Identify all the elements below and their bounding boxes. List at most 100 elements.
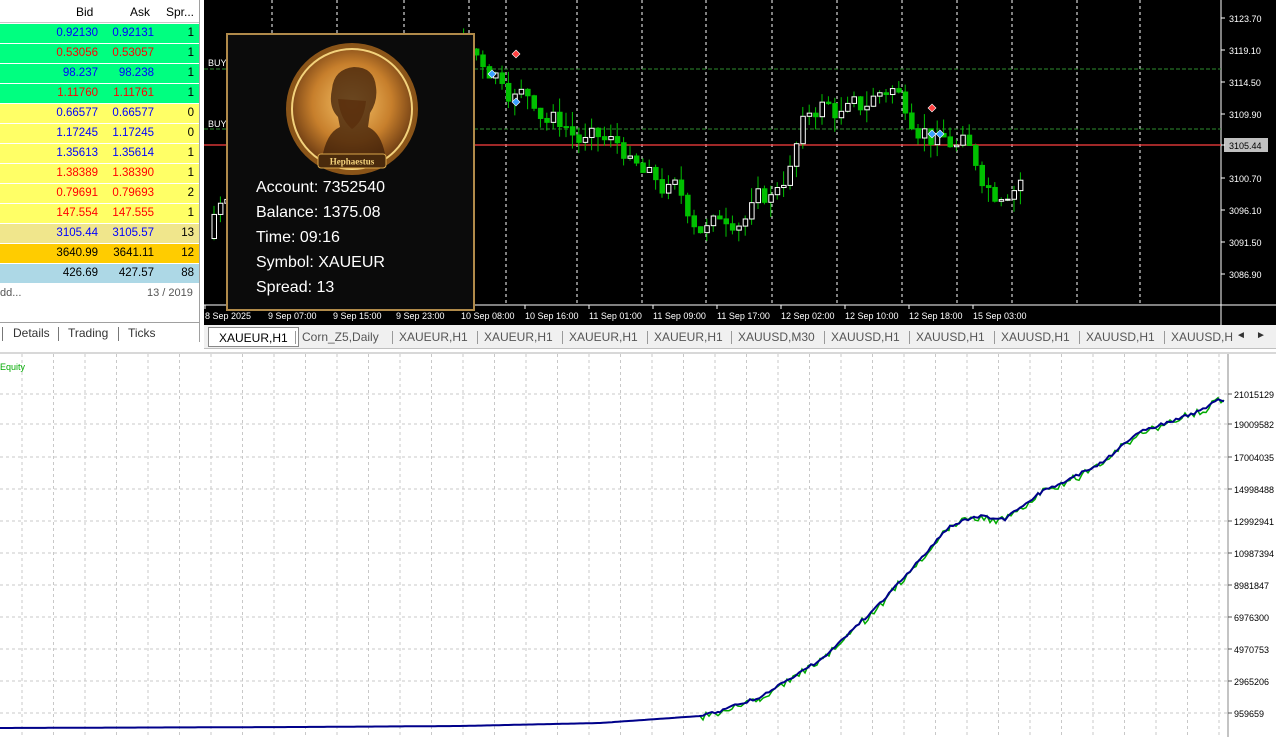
spread-value: 1 (187, 207, 194, 219)
price-label: 3109.90 (1229, 110, 1262, 120)
value-label: 19009582 (1234, 420, 1274, 430)
tab-separator (994, 331, 995, 344)
candle-body (589, 127, 595, 139)
candle-body (531, 95, 537, 109)
candle-body (217, 202, 224, 215)
symbol-row[interactable]: 426.69 427.57 88 (0, 264, 199, 284)
chart-tab[interactable]: XAUUSD,H1 (1001, 330, 1070, 344)
time-label: 10 Sep 08:00 (461, 311, 515, 321)
candle-body (755, 188, 761, 204)
spread-value: 1 (187, 167, 194, 179)
tab-trading[interactable]: Trading (68, 326, 108, 340)
chart-tab[interactable]: Corn_Z5,Daily (302, 330, 379, 344)
candle-body (768, 194, 774, 203)
symbol-row[interactable]: 1.38389 1.38390 1 (0, 164, 199, 184)
market-watch-tabs: Details Trading Ticks (0, 322, 199, 342)
scroll-left-icon[interactable]: ◄ (1236, 330, 1246, 341)
candle-body (896, 88, 902, 93)
symbol-row[interactable]: 3640.99 3641.11 12 (0, 244, 199, 264)
chart-tab[interactable]: XAUEUR,H1 (654, 330, 723, 344)
price-label: 3086.90 (1229, 270, 1262, 280)
symbol-row[interactable]: 1.35613 1.35614 1 (0, 144, 199, 164)
chart-tab[interactable]: XAUUSD,H1 (1086, 330, 1155, 344)
candle-body (838, 110, 845, 119)
chart-tab[interactable]: XAUEUR,H1 (569, 330, 638, 344)
candle-body (723, 218, 729, 225)
chart-tab[interactable]: XAUUSD,H1 (831, 330, 900, 344)
buy-marker-label: BUY (208, 119, 227, 129)
bid-column-header[interactable]: Bid (76, 5, 93, 19)
equity-curve (0, 396, 1225, 729)
candle-body (845, 102, 851, 112)
chart-tab[interactable]: XAUEUR,H1 (208, 327, 299, 347)
ask-price: 1.35614 (112, 147, 154, 159)
bid-price: 1.17245 (56, 127, 98, 139)
candle-body (979, 164, 985, 187)
bid-price: 0.79691 (56, 187, 98, 199)
symbol-row[interactable]: 147.554 147.555 1 (0, 204, 199, 224)
equity-chart[interactable]: 21015129 19009582 17004035 14998488 12992941… (0, 352, 1276, 737)
value-label: 959659 (1234, 709, 1264, 719)
chart-tab[interactable]: XAUUSD,H1 (916, 330, 985, 344)
symbol-row[interactable]: 3105.44 3105.57 13 (0, 224, 199, 244)
bid-price: 3640.99 (56, 247, 98, 259)
candle-body (729, 223, 736, 231)
time-label: 12 Sep 10:00 (845, 311, 899, 321)
candle-body (685, 194, 691, 217)
bid-price: 1.38389 (56, 167, 98, 179)
candle-body (909, 112, 915, 130)
scroll-right-icon[interactable]: ► (1256, 330, 1266, 341)
candle-body (998, 199, 1005, 202)
chart-tab[interactable]: XAUEUR,H1 (399, 330, 468, 344)
candle-body (697, 226, 704, 234)
value-label: 8981847 (1234, 581, 1269, 591)
time-label: 11 Sep 09:00 (653, 311, 706, 321)
ask-price: 1.17245 (112, 127, 154, 139)
price-label: 3100.70 (1229, 174, 1262, 184)
chart-tab[interactable]: XAUEUR,H1 (484, 330, 553, 344)
candle-body (717, 215, 723, 220)
ask-price: 147.555 (112, 207, 154, 219)
spread-value: 1 (187, 27, 194, 39)
candle-body (947, 136, 953, 148)
expert-info-panel: Hephaestus Account: 7352540 Balance: 137… (226, 33, 475, 311)
candle-body (806, 112, 813, 117)
value-label: 6976300 (1234, 613, 1269, 623)
symbol-row[interactable]: 0.92130 0.92131 1 (0, 24, 199, 44)
candle-body (665, 183, 672, 194)
candle-body (813, 112, 819, 118)
chart-tab[interactable]: XAUUSD,H (1171, 330, 1233, 344)
symbol-row[interactable]: 0.66577 0.66577 0 (0, 104, 199, 124)
candle-body (883, 92, 889, 96)
symbol-row[interactable]: 0.53056 0.53057 1 (0, 44, 199, 64)
symbol-row[interactable]: 1.11760 1.11761 1 (0, 84, 199, 104)
bid-price: 3105.44 (56, 227, 98, 239)
legend-equity: Equity (0, 362, 26, 372)
chart-tab[interactable]: XAUUSD,M30 (738, 330, 815, 344)
tab-separator (1079, 331, 1080, 344)
candle-body (960, 134, 966, 146)
candle-body (473, 48, 480, 56)
time-label: 9 Sep 23:00 (396, 311, 445, 321)
tab-ticks[interactable]: Ticks (128, 326, 156, 340)
candle-body (505, 82, 512, 102)
spread-value: 0 (187, 107, 194, 119)
symbol-row[interactable]: 98.237 98.238 1 (0, 64, 199, 84)
bid-price: 1.35613 (56, 147, 98, 159)
tab-details[interactable]: Details (13, 326, 50, 340)
spread-value: 88 (181, 267, 194, 279)
symbol-row[interactable]: 1.17245 1.17245 0 (0, 124, 199, 144)
current-price-label: 3105.44 (1229, 141, 1262, 151)
price-label: 3114.50 (1229, 78, 1261, 88)
candle-body (691, 215, 697, 228)
tab-separator (909, 331, 910, 344)
add-symbol-link[interactable]: dd... (0, 287, 21, 299)
ask-column-header[interactable]: Ask (130, 5, 150, 19)
spread-column-header[interactable]: Spr... (166, 5, 194, 19)
symbol-row[interactable]: 0.79691 0.79693 2 (0, 184, 199, 204)
tab-separator (118, 327, 119, 341)
candle-body (736, 225, 742, 231)
candle-body (781, 184, 787, 189)
candle-body (742, 218, 749, 227)
tab-separator (392, 331, 393, 344)
